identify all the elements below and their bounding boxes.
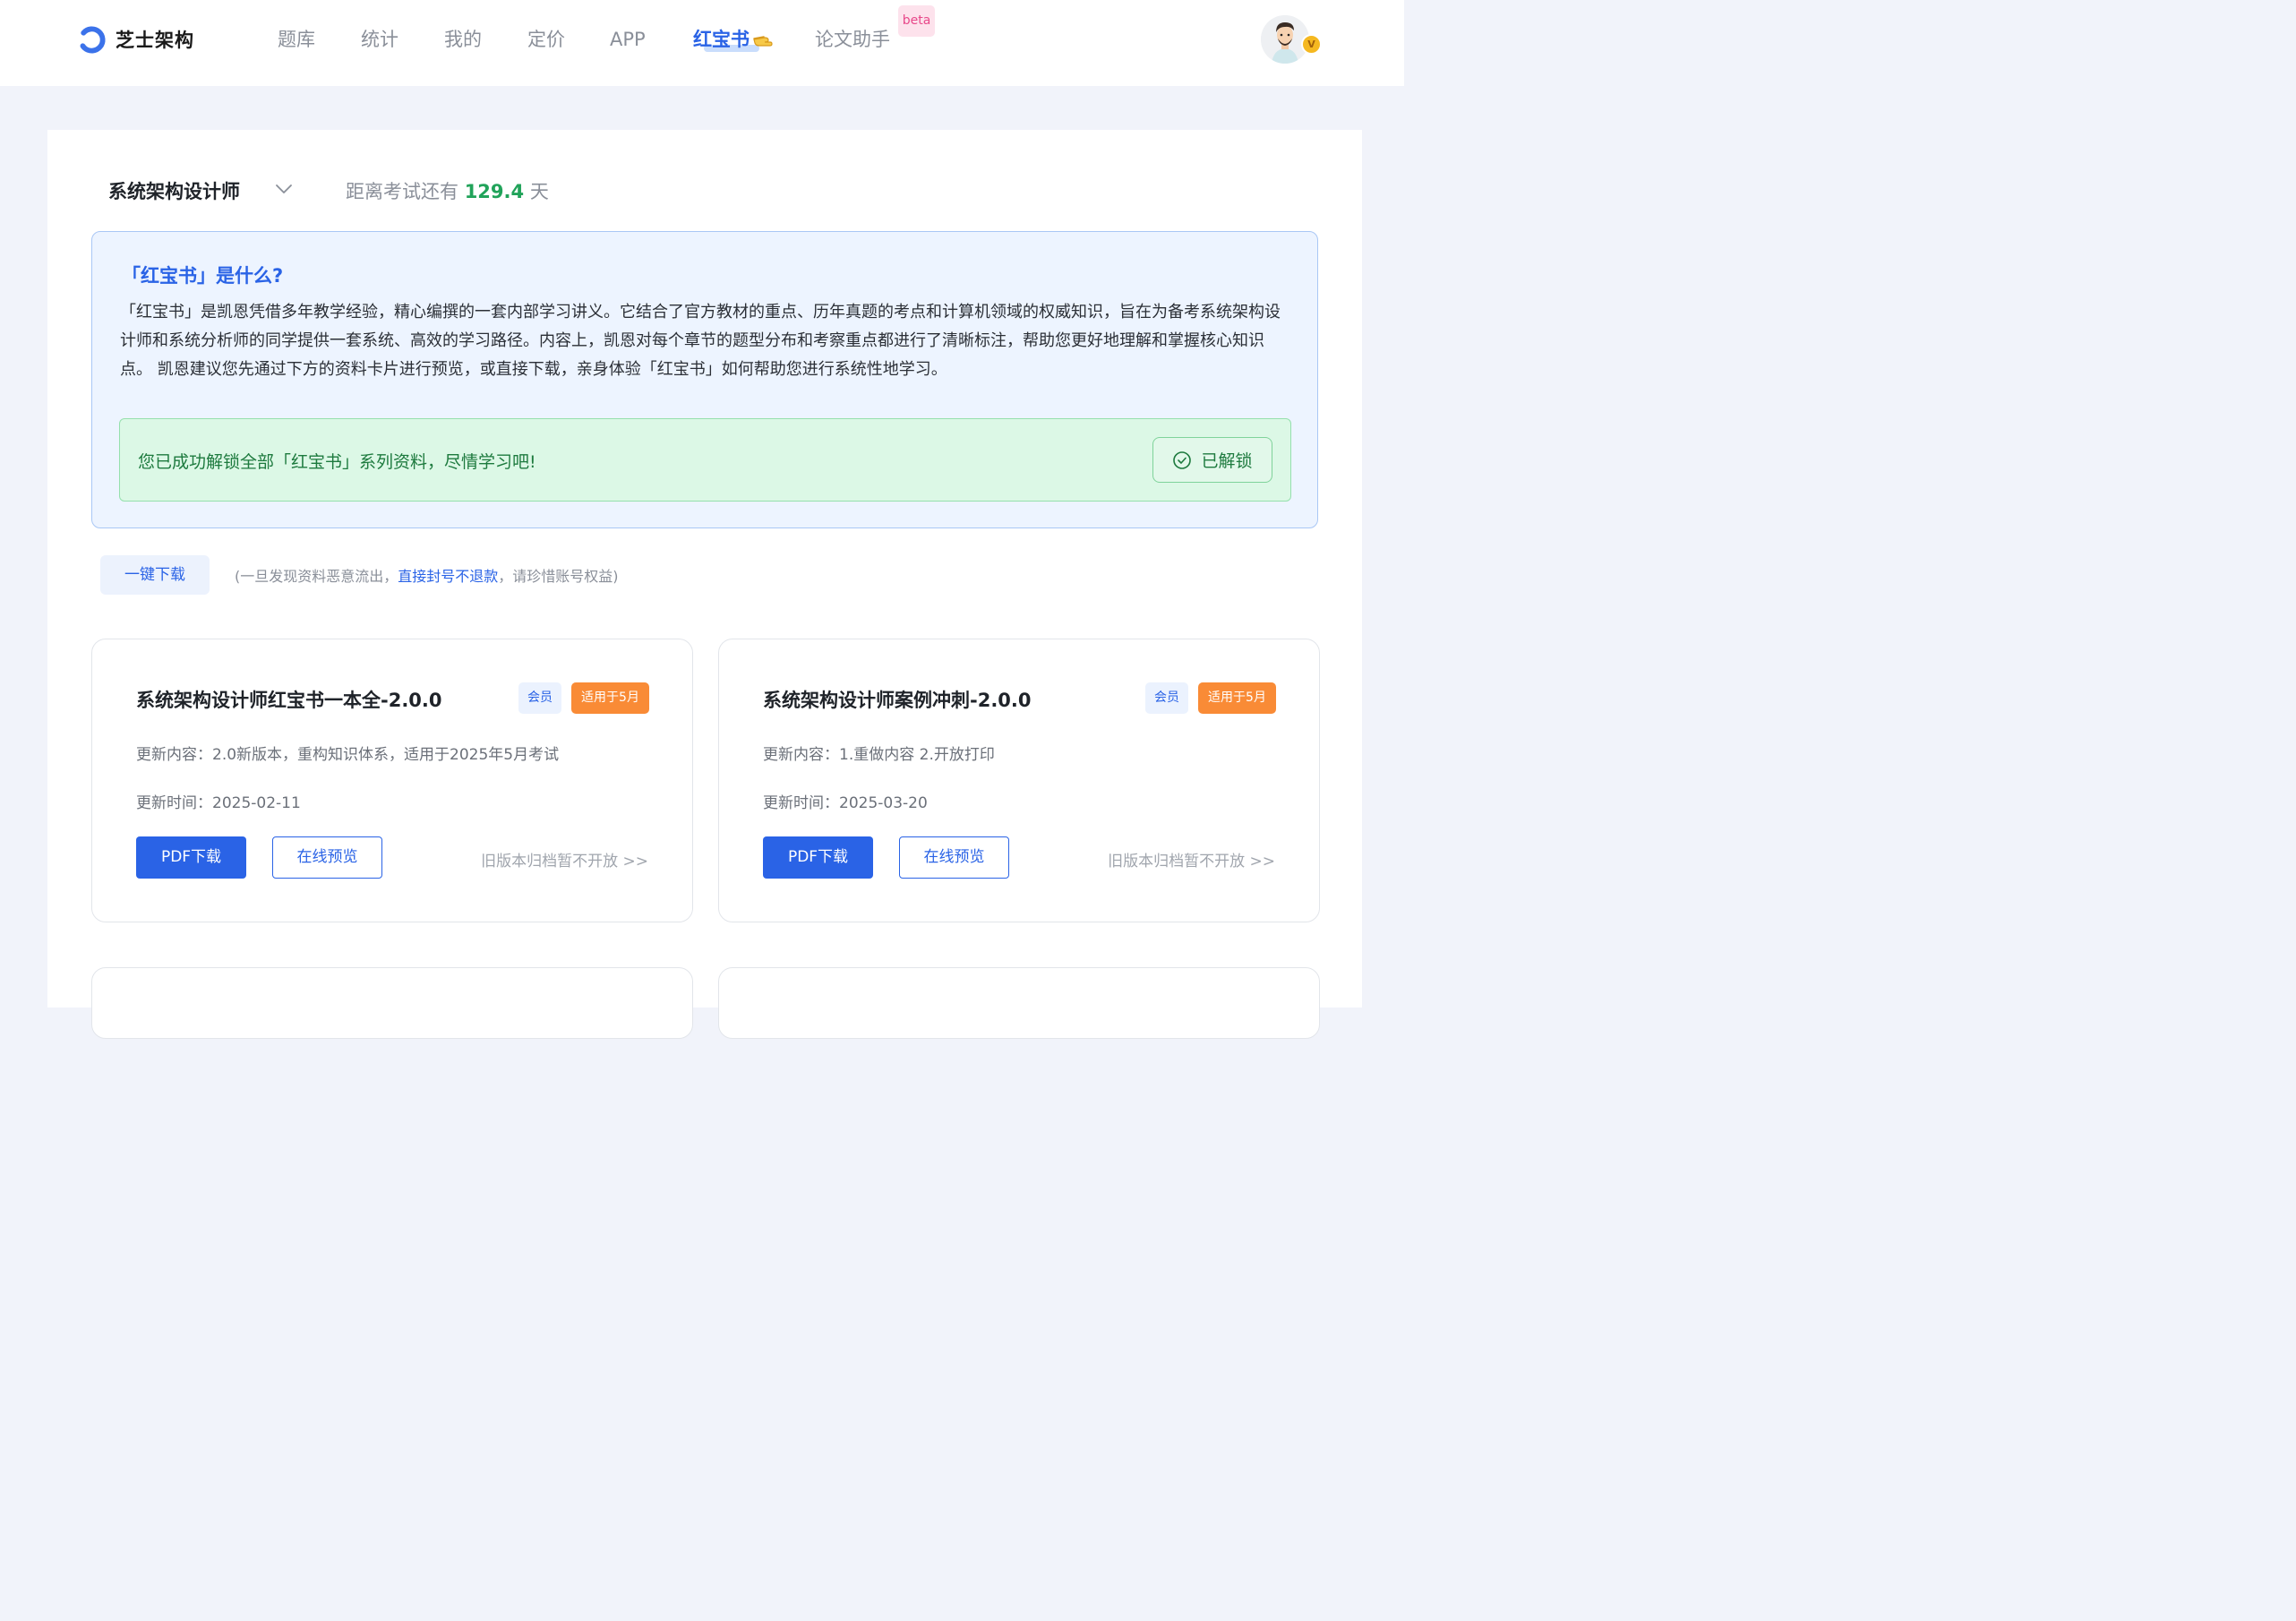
exam-selector[interactable]: 系统架构设计师 <box>108 177 240 204</box>
card-title: 系统架构设计师红宝书一本全-2.0.0 <box>136 690 442 711</box>
member-tag: 会员 <box>1145 682 1188 714</box>
unlocked-button[interactable]: 已解锁 <box>1152 437 1272 483</box>
notice-suffix: ，请珍惜账号权益) <box>498 568 619 585</box>
archive-link[interactable]: 旧版本归档暂不开放 >> <box>1108 848 1275 871</box>
logo[interactable]: 芝士架构 <box>77 24 194 55</box>
vip-badge: V <box>1301 34 1322 55</box>
exam-countdown: 距离考试还有 129.4 天 <box>346 177 549 204</box>
countdown-unit: 天 <box>529 181 549 202</box>
unlock-message: 您已成功解锁全部「红宝书」系列资料，尽情学习吧! <box>138 452 536 472</box>
update-time: 更新时间：2025-02-11 <box>136 794 301 812</box>
nav-item-thesis-assistant[interactable]: 论文助手 <box>815 27 890 52</box>
online-preview-button[interactable]: 在线预览 <box>899 836 1009 879</box>
intro-box: 「红宝书」是什么? 「红宝书」是凯恩凭借多年教学经验，精心编撰的一套内部学习讲义… <box>91 231 1318 528</box>
material-card-partial <box>718 967 1320 1039</box>
countdown-prefix: 距离考试还有 <box>346 181 458 202</box>
nav-item-red-book[interactable]: 红宝书 <box>693 27 750 52</box>
online-preview-button[interactable]: 在线预览 <box>272 836 382 879</box>
card-title: 系统架构设计师案例冲刺-2.0.0 <box>763 690 1032 711</box>
nav-item-app[interactable]: APP <box>610 27 646 52</box>
intro-description: 「红宝书」是凯恩凭借多年教学经验，精心编撰的一套内部学习讲义。它结合了官方教材的… <box>120 303 1281 379</box>
unlock-banner: 您已成功解锁全部「红宝书」系列资料，尽情学习吧! 已解锁 <box>119 418 1291 502</box>
material-card: 系统架构设计师案例冲刺-2.0.0 会员 适用于5月 更新内容：1.重做内容 2… <box>718 639 1320 922</box>
nav-item-pricing[interactable]: 定价 <box>527 27 565 52</box>
logo-text: 芝士架构 <box>116 30 194 51</box>
chevron-down-icon[interactable] <box>275 183 293 195</box>
notice-warning: 直接封号不退款 <box>398 568 499 585</box>
main-panel: 系统架构设计师 距离考试还有 129.4 天 「红宝书」是什么? 「红宝书」是凯… <box>47 130 1362 1039</box>
member-tag: 会员 <box>518 682 561 714</box>
check-circle-icon <box>1173 450 1192 469</box>
intro-title: 「红宝书」是什么? <box>122 265 284 287</box>
pdf-download-button[interactable]: PDF下载 <box>136 836 246 879</box>
top-navbar: 芝士架构 题库 统计 我的 定价 APP 红宝书 论文助手 beta V <box>0 0 1404 86</box>
notice-prefix: (一旦发现资料恶意流出， <box>235 568 398 585</box>
download-all-button[interactable]: 一键下载 <box>100 555 210 595</box>
unlocked-label: 已解锁 <box>1201 451 1253 471</box>
update-content: 更新内容：1.重做内容 2.开放打印 <box>763 746 995 764</box>
nav-item-statistics[interactable]: 统计 <box>361 27 398 52</box>
material-card-partial <box>91 967 693 1039</box>
nav-item-mine[interactable]: 我的 <box>444 27 482 52</box>
countdown-value: 129.4 <box>464 181 525 202</box>
download-notice: (一旦发现资料恶意流出，直接封号不退款，请珍惜账号权益) <box>235 564 619 586</box>
update-content: 更新内容：2.0新版本，重构知识体系，适用于2025年5月考试 <box>136 746 560 764</box>
update-time: 更新时间：2025-03-20 <box>763 794 928 812</box>
archive-link[interactable]: 旧版本归档暂不开放 >> <box>481 848 648 871</box>
applicable-tag: 适用于5月 <box>1198 682 1276 714</box>
material-card: 系统架构设计师红宝书一本全-2.0.0 会员 适用于5月 更新内容：2.0新版本… <box>91 639 693 922</box>
pdf-download-button[interactable]: PDF下载 <box>763 836 873 879</box>
pointing-hand-icon <box>753 36 773 47</box>
applicable-tag: 适用于5月 <box>571 682 649 714</box>
nav-item-question-bank[interactable]: 题库 <box>278 27 315 52</box>
logo-ring-icon <box>78 25 106 54</box>
beta-badge: beta <box>898 5 935 37</box>
